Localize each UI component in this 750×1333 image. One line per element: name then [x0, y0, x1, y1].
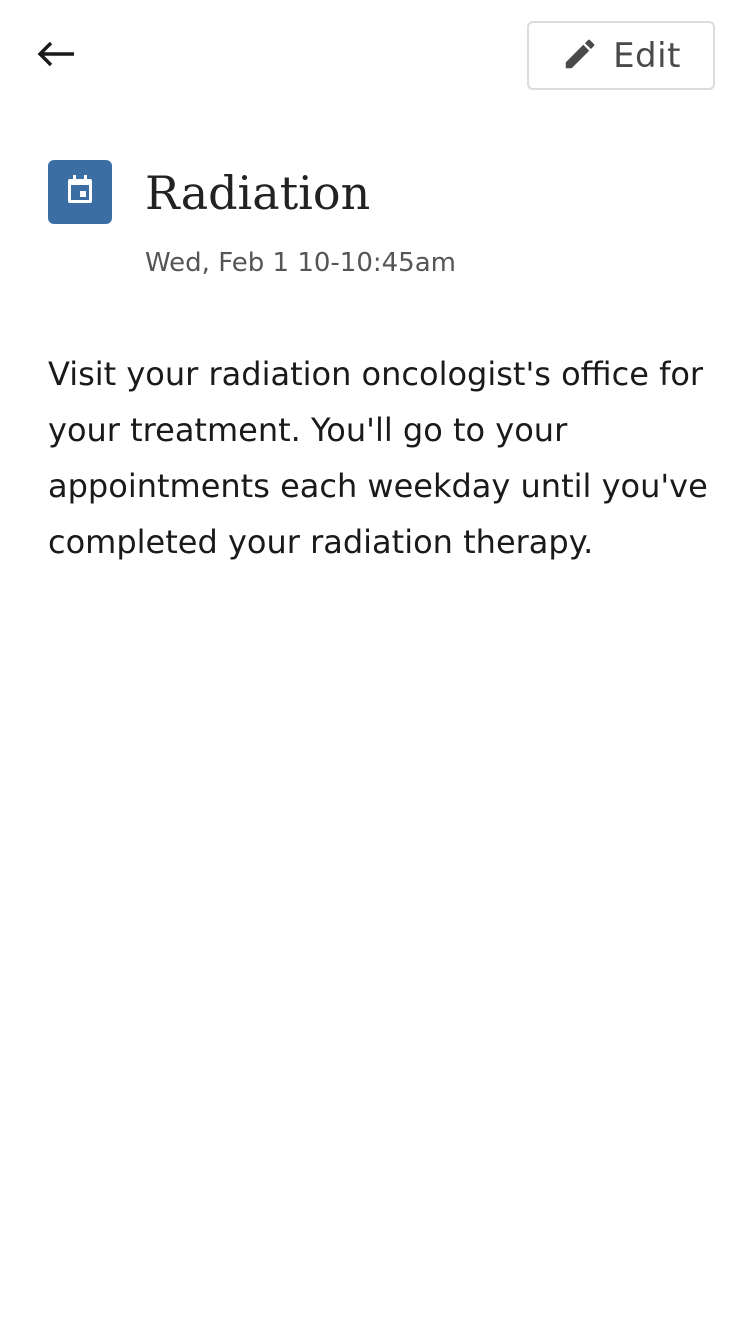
- back-button[interactable]: [26, 30, 86, 82]
- calendar-icon: [66, 175, 94, 209]
- event-time: Wed, Feb 1 10-10:45am: [145, 248, 456, 278]
- arrow-left-icon: [36, 40, 76, 72]
- event-description: Visit your radiation oncologist's office…: [48, 355, 708, 561]
- event-title: Radiation: [145, 166, 371, 220]
- event-type-badge: [48, 160, 112, 224]
- pencil-icon: [561, 35, 599, 77]
- edit-label: Edit: [613, 35, 681, 76]
- edit-button[interactable]: Edit: [527, 21, 715, 90]
